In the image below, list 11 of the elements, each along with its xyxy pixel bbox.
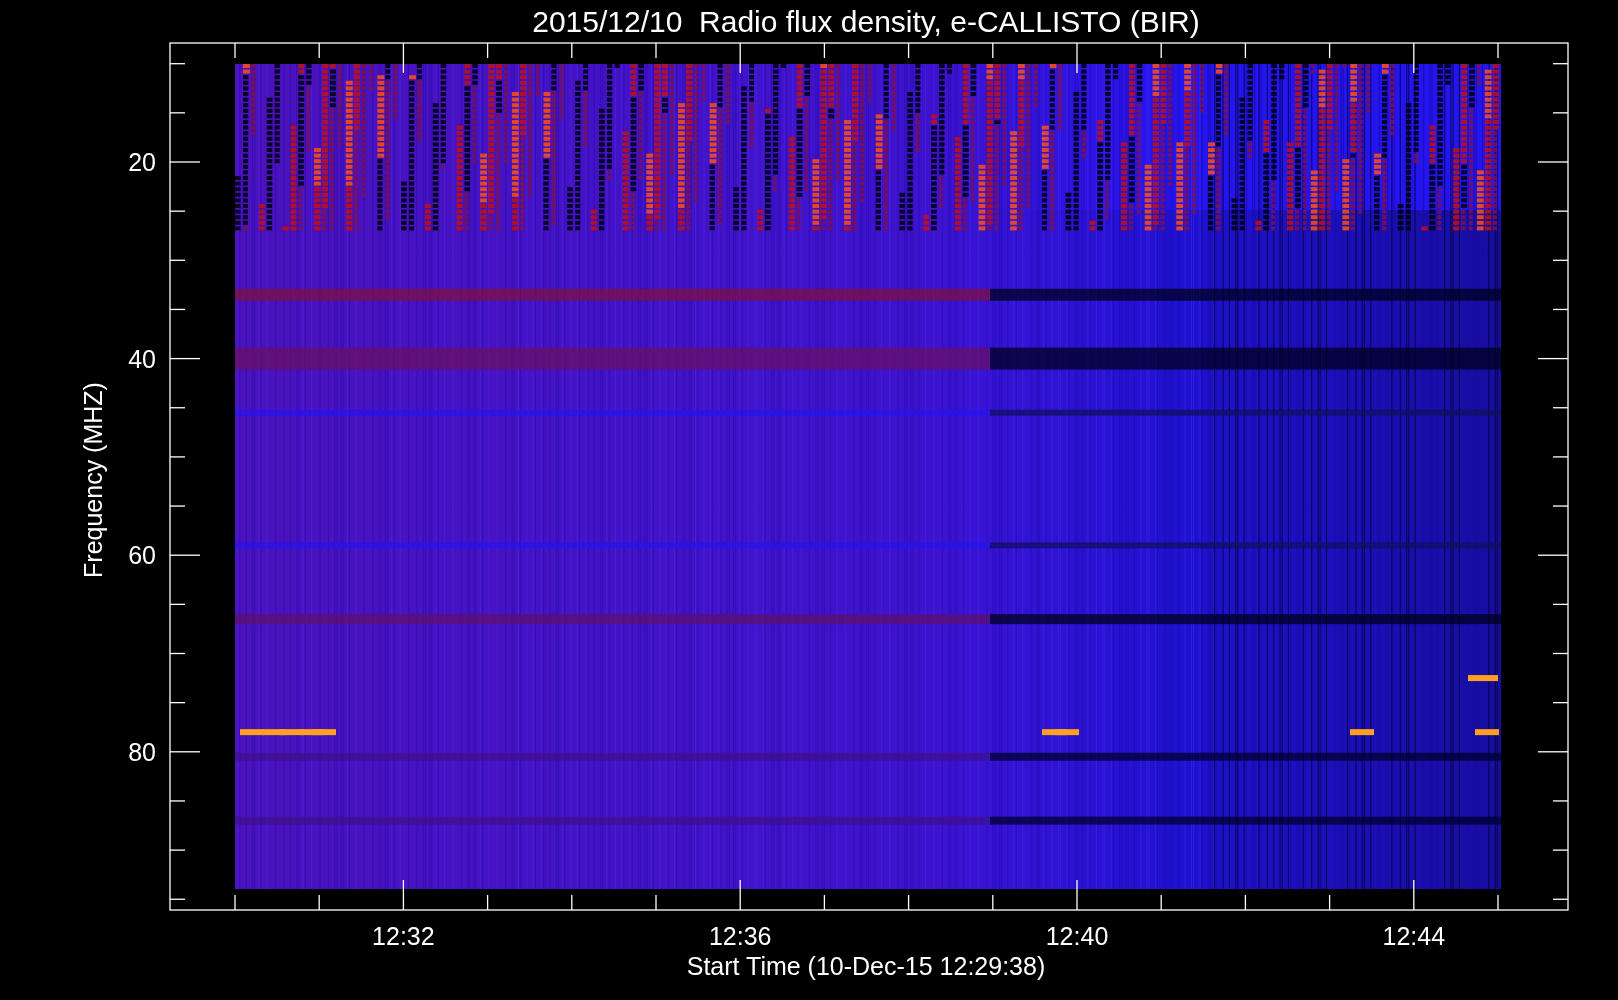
x-tick-label: 12:32 — [372, 922, 435, 950]
x-tick-label: 12:44 — [1382, 922, 1446, 950]
y-axis-label: Frequency (MHZ) — [79, 382, 107, 578]
chart-title: 2015/12/10 Radio flux density, e-CALLISTO (BIR) — [532, 5, 1200, 38]
y-tick-label: 20 — [128, 148, 156, 176]
y-tick-label: 80 — [128, 737, 156, 766]
x-axis-label: Start Time (10-Dec-15 12:29:38) — [686, 952, 1046, 980]
y-tick-label: 40 — [128, 344, 156, 373]
x-tick-label: 12:40 — [1045, 922, 1109, 950]
y-tick-label: 60 — [128, 541, 156, 570]
x-tick-label: 12:36 — [708, 922, 772, 950]
